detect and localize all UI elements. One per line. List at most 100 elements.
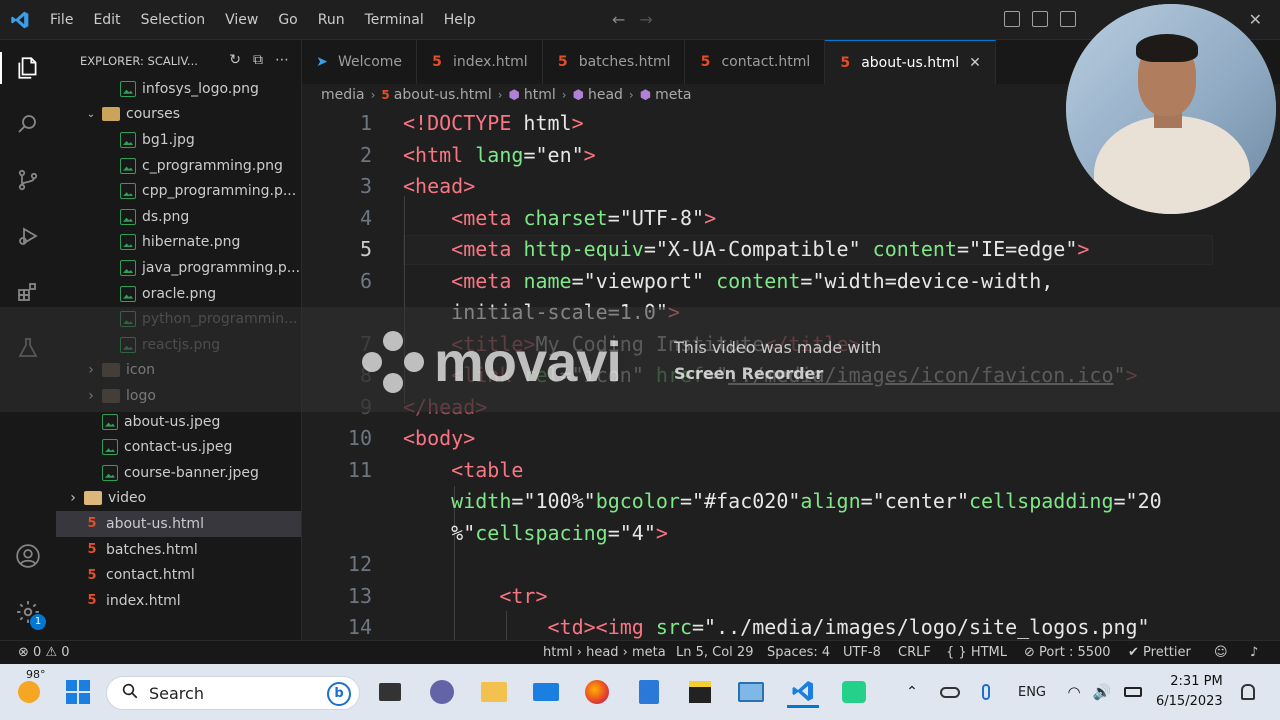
menu-view[interactable]: View <box>215 0 268 40</box>
start-windows-icon[interactable] <box>62 676 94 708</box>
forward-arrow-icon[interactable]: → <box>639 10 652 29</box>
menu-terminal[interactable]: Terminal <box>355 0 434 40</box>
menu-file[interactable]: File <box>40 0 83 40</box>
menu-edit[interactable]: Edit <box>83 0 130 40</box>
firefox-icon[interactable] <box>581 676 613 708</box>
volume-icon[interactable]: 🔊 <box>1092 676 1112 708</box>
photos-icon[interactable] <box>735 676 767 708</box>
search-icon[interactable] <box>8 104 48 144</box>
chevron-right-icon: › <box>70 490 76 507</box>
clock-time: 2:31 PM <box>1170 674 1223 689</box>
code-line: <body> <box>403 426 476 450</box>
movavi-logo: movavi <box>362 329 622 394</box>
tab-about-us-html[interactable]: 5 about-us.html ✕ <box>825 40 996 84</box>
sticky-notes-icon[interactable] <box>684 676 716 708</box>
extensions-icon[interactable] <box>8 272 48 312</box>
tree-file[interactable]: contact-us.jpeg <box>56 434 301 460</box>
system-clock[interactable]: 2:31 PM 6/15/2023 <box>1156 672 1223 712</box>
source-control-icon[interactable] <box>8 160 48 200</box>
onedrive-cloud-icon[interactable] <box>938 676 962 708</box>
breadcrumb-item[interactable]: meta <box>655 87 691 103</box>
menu-bar: File Edit Selection View Go Run Terminal… <box>40 0 486 40</box>
toggle-panel-icon[interactable] <box>1032 11 1048 27</box>
tree-file[interactable]: 5 about-us.html <box>56 511 301 537</box>
tree-file[interactable]: 5 batches.html <box>56 537 301 563</box>
breadcrumb-item[interactable]: head <box>588 87 623 103</box>
breadcrumb-item[interactable]: media <box>321 87 365 103</box>
status-path[interactable]: html › head › meta <box>543 645 666 660</box>
tree-folder[interactable]: ⌄ courses <box>56 102 301 128</box>
tree-file[interactable]: infosys_logo.png <box>56 76 301 102</box>
tree-file[interactable]: hibernate.png <box>56 230 301 256</box>
tree-file[interactable]: course-banner.jpeg <box>56 460 301 486</box>
problems-indicator[interactable]: ⊗ 0 ⚠ 0 <box>18 645 70 660</box>
clock-date: 6/15/2023 <box>1156 694 1223 709</box>
language-mode[interactable]: { } HTML <box>946 645 1007 660</box>
bell-icon[interactable]: ♪ <box>1250 645 1258 660</box>
live-server-port[interactable]: ⊘ Port : 5500 <box>1024 645 1111 660</box>
wifi-icon[interactable]: ◠ <box>1064 676 1084 708</box>
battery-icon[interactable] <box>1122 676 1144 708</box>
menu-go[interactable]: Go <box>268 0 307 40</box>
notifications-icon[interactable] <box>1238 676 1258 708</box>
task-view-icon[interactable] <box>374 676 406 708</box>
prettier-status[interactable]: ✔ Prettier <box>1128 645 1191 660</box>
movavi-dots-icon <box>362 330 424 393</box>
mail-icon[interactable] <box>530 676 562 708</box>
back-arrow-icon[interactable]: ← <box>612 10 625 29</box>
menu-run[interactable]: Run <box>308 0 355 40</box>
breadcrumb-item[interactable]: html <box>524 87 556 103</box>
feedback-icon[interactable]: ☺ <box>1214 645 1228 660</box>
accounts-icon[interactable] <box>8 536 48 576</box>
menu-help[interactable]: Help <box>434 0 486 40</box>
tree-file[interactable]: java_programming.p... <box>56 255 301 281</box>
tab-index-html[interactable]: 5 index.html <box>417 40 543 84</box>
html-file-icon: 5 <box>87 516 97 532</box>
tree-file[interactable]: bg1.jpg <box>56 127 301 153</box>
toggle-sidebar-icon[interactable] <box>1004 11 1020 27</box>
collapse-all-icon[interactable]: ⧉ <box>253 52 263 68</box>
refresh-icon[interactable]: ↻ <box>229 52 241 68</box>
notepad-icon[interactable] <box>633 676 665 708</box>
vscode-icon: ➤ <box>316 54 328 70</box>
warning-count: 0 <box>61 645 70 660</box>
status-bar: ⊗ 0 ⚠ 0 html › head › meta Ln 5, Col 29 … <box>0 640 1280 664</box>
breadcrumb-item[interactable]: about-us.html <box>394 87 492 103</box>
more-actions-icon[interactable]: ⋯ <box>275 52 289 68</box>
tree-file[interactable]: about-us.jpeg <box>56 409 301 435</box>
indentation[interactable]: Spaces: 4 <box>767 645 830 660</box>
close-tab-icon[interactable]: ✕ <box>969 55 981 71</box>
html-icon: 5 <box>840 54 851 71</box>
weather-widget[interactable]: 98° <box>12 668 46 708</box>
tree-file[interactable]: c_programming.png <box>56 153 301 179</box>
line-number: 5 <box>359 237 372 261</box>
tree-file[interactable]: ds.png <box>56 204 301 230</box>
menu-selection[interactable]: Selection <box>131 0 216 40</box>
tree-item-label: java_programming.p... <box>142 259 301 276</box>
recorder-watermark: movavi This video was made with Screen R… <box>0 307 1280 412</box>
screen-recorder-icon[interactable] <box>838 676 870 708</box>
file-explorer-icon[interactable] <box>478 676 510 708</box>
tree-folder[interactable]: › video <box>56 486 301 512</box>
line-number: 11 <box>347 458 372 482</box>
tab-contact-html[interactable]: 5 contact.html <box>685 40 826 84</box>
tab-batches-html[interactable]: 5 batches.html <box>542 40 686 84</box>
chevron-up-icon[interactable]: ⌃ <box>902 676 922 708</box>
tree-file[interactable]: 5 index.html <box>56 588 301 614</box>
microphone-icon[interactable] <box>976 676 996 708</box>
html-file-icon: 5 <box>87 542 97 558</box>
input-language[interactable]: ENG <box>1012 676 1052 708</box>
tree-file[interactable]: cpp_programming.p... <box>56 178 301 204</box>
encoding[interactable]: UTF-8 <box>843 645 881 660</box>
run-debug-icon[interactable] <box>8 216 48 256</box>
teams-chat-icon[interactable] <box>426 676 458 708</box>
tab-welcome[interactable]: ➤ Welcome <box>302 40 418 84</box>
explorer-icon[interactable] <box>0 48 48 88</box>
vscode-taskbar-icon[interactable] <box>787 676 819 708</box>
taskbar-search[interactable]: Search b <box>106 676 360 710</box>
tree-file[interactable]: oracle.png <box>56 281 301 307</box>
manage-gear-icon[interactable]: 1 <box>8 592 48 632</box>
end-of-line[interactable]: CRLF <box>898 645 931 660</box>
cursor-position[interactable]: Ln 5, Col 29 <box>676 645 753 660</box>
tree-file[interactable]: 5 contact.html <box>56 562 301 588</box>
